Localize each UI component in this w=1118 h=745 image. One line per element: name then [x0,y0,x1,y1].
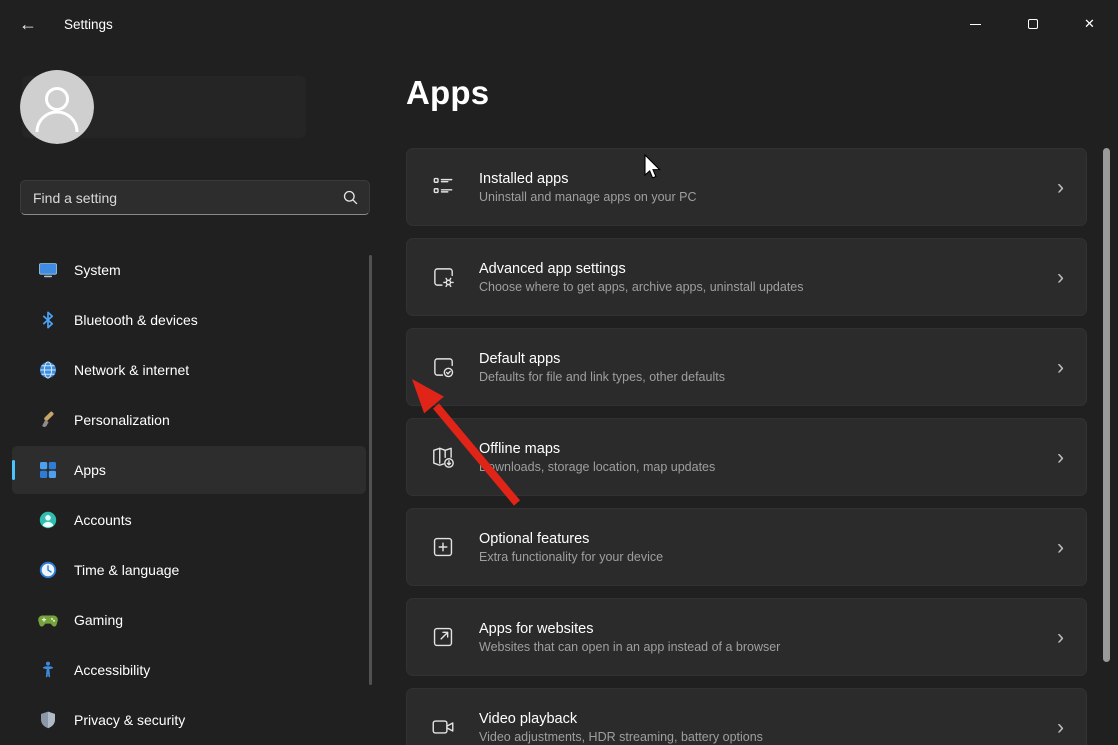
video-playback-icon [407,714,479,740]
sidebar-item-label: Gaming [74,612,124,628]
window-controls: ✕ [947,0,1118,48]
person-icon [20,70,94,144]
accessibility-person-icon [38,660,58,680]
globe-icon [38,360,58,380]
sidebar-item-apps[interactable]: Apps [12,446,366,494]
settings-card-advanced-app-settings[interactable]: Advanced app settings Choose where to ge… [406,238,1087,316]
chevron-right-icon: › [1057,265,1064,289]
search-icon [343,190,357,205]
card-subtitle: Video adjustments, HDR streaming, batter… [479,729,763,744]
card-subtitle: Websites that can open in an app instead… [479,639,781,654]
accounts-person-icon [38,510,58,530]
card-title: Advanced app settings [479,260,626,277]
sidebar-item-bluetooth-devices[interactable]: Bluetooth & devices [12,296,366,344]
sidebar-item-label: Bluetooth & devices [74,312,198,328]
sidebar-item-network-internet[interactable]: Network & internet [12,346,366,394]
installed-apps-icon [407,174,479,200]
chevron-right-icon: › [1057,625,1064,649]
card-title: Apps for websites [479,620,594,637]
settings-card-video-playback[interactable]: Video playback Video adjustments, HDR st… [406,688,1087,745]
back-icon: ← [19,13,37,34]
card-text: Apps for websites Websites that can open… [479,621,1057,654]
sidebar-item-label: Accounts [74,512,132,528]
sidebar-item-label: Time & language [74,562,180,578]
sidebar-item-system[interactable]: System [12,246,366,294]
chevron-right-icon: › [1057,535,1064,559]
optional-features-icon [407,534,479,560]
card-subtitle: Downloads, storage location, map updates [479,459,716,474]
card-text: Offline maps Downloads, storage location… [479,441,1057,474]
card-subtitle: Extra functionality for your device [479,549,664,564]
window-title: Settings [64,16,113,32]
sidebar-item-gaming[interactable]: Gaming [12,596,366,644]
default-apps-icon [407,354,479,380]
sidebar-item-time-language[interactable]: Time & language [12,546,366,594]
settings-card-installed-apps[interactable]: Installed apps Uninstall and manage apps… [406,148,1087,226]
search-input[interactable] [21,189,331,206]
search-box [20,180,370,215]
sidebar-item-label: Network & internet [74,362,190,378]
sidebar-item-label: Personalization [74,412,170,428]
card-title: Offline maps [479,440,561,457]
minimize-button[interactable] [947,0,1004,48]
back-button[interactable]: ← [8,7,48,41]
chevron-right-icon: › [1057,445,1064,469]
sidebar-item-accounts[interactable]: Accounts [12,496,366,544]
card-title: Video playback [479,710,578,727]
system-icon [38,260,58,280]
sidebar-item-accessibility[interactable]: Accessibility [12,646,366,694]
settings-card-offline-maps[interactable]: Offline maps Downloads, storage location… [406,418,1087,496]
page-title: Apps [406,74,490,111]
card-title: Default apps [479,350,561,367]
maximize-button[interactable] [1004,0,1061,48]
chevron-right-icon: › [1057,175,1064,199]
sidebar-scrollbar[interactable] [369,255,372,685]
chevron-right-icon: › [1057,355,1064,379]
sidebar-item-label: Apps [74,462,106,478]
main-scrollbar[interactable] [1103,148,1110,662]
apps-grid-icon [38,460,58,480]
shield-icon [38,710,58,730]
offline-maps-icon [407,444,479,470]
user-avatar[interactable] [20,70,94,144]
settings-window: ← Settings ✕ Sy [0,0,1118,745]
sidebar-item-personalization[interactable]: Personalization [12,396,366,444]
minimize-icon [970,23,981,25]
close-icon: ✕ [1084,16,1095,31]
card-title: Installed apps [479,170,569,187]
card-subtitle: Defaults for file and link types, other … [479,369,725,384]
settings-card-apps-for-websites[interactable]: Apps for websites Websites that can open… [406,598,1087,676]
card-title: Optional features [479,530,590,547]
card-text: Video playback Video adjustments, HDR st… [479,711,1057,744]
settings-card-default-apps[interactable]: Default apps Defaults for file and link … [406,328,1087,406]
card-text: Default apps Defaults for file and link … [479,351,1057,384]
card-subtitle: Uninstall and manage apps on your PC [479,189,697,204]
settings-card-list: Installed apps Uninstall and manage apps… [406,148,1087,745]
sidebar-item-label: System [74,262,121,278]
card-text: Optional features Extra functionality fo… [479,531,1057,564]
sidebar-nav: System Bluetooth & devices Network & int… [12,246,366,745]
advanced-app-settings-icon [407,264,479,290]
search-button[interactable] [331,181,369,214]
clock-icon [38,560,58,580]
sidebar-item-label: Accessibility [74,662,151,678]
apps-for-websites-icon [407,624,479,650]
maximize-icon [1027,19,1038,29]
sidebar-item-label: Privacy & security [74,712,186,728]
close-button[interactable]: ✕ [1061,0,1118,48]
paintbrush-icon [38,410,58,430]
titlebar: ← Settings ✕ [0,0,1118,48]
settings-card-optional-features[interactable]: Optional features Extra functionality fo… [406,508,1087,586]
chevron-right-icon: › [1057,715,1064,739]
card-subtitle: Choose where to get apps, archive apps, … [479,279,804,294]
card-text: Advanced app settings Choose where to ge… [479,261,1057,294]
bluetooth-icon [38,310,58,330]
sidebar-item-privacy-security[interactable]: Privacy & security [12,696,366,744]
game-controller-icon [38,610,58,630]
card-text: Installed apps Uninstall and manage apps… [479,171,1057,204]
